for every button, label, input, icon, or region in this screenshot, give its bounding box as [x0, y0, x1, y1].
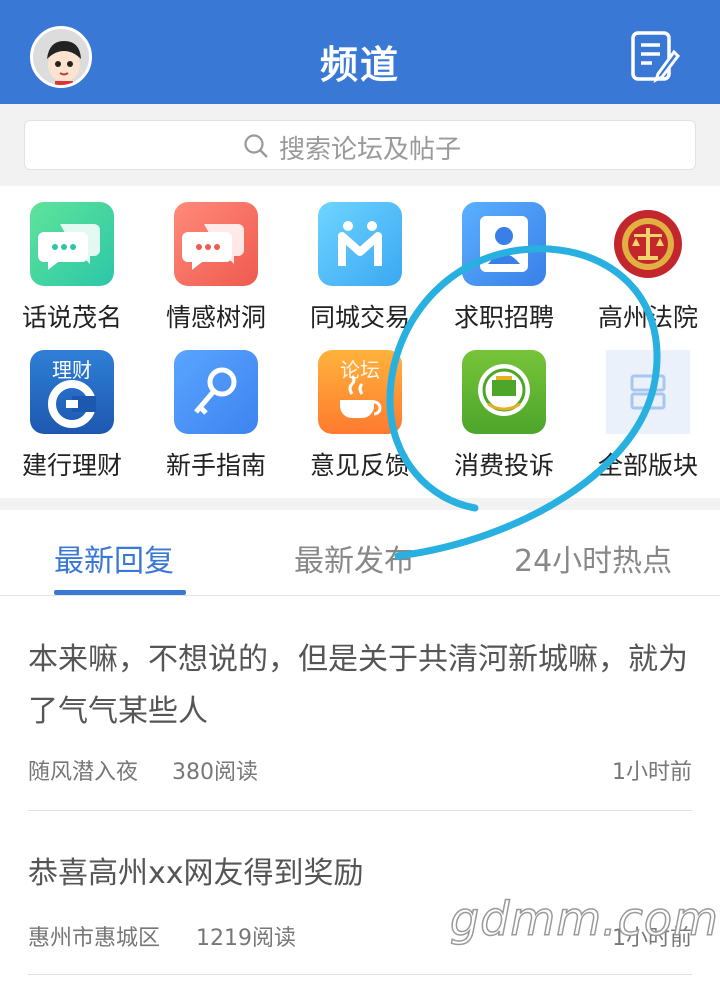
search-placeholder: 搜索论坛及帖子	[279, 135, 462, 165]
channel-label: 消费投诉	[453, 451, 554, 480]
search-input[interactable]: 搜索论坛及帖子	[24, 120, 696, 170]
m-logo-icon	[318, 202, 402, 286]
chat-bubble-icon	[174, 202, 258, 286]
post-title: 本来嘛，不想说的，但是关于共清河新城嘛，就为了气气某些人	[28, 642, 688, 729]
post-author: 随风潜入夜	[28, 760, 139, 785]
search-bar: 搜索论坛及帖子	[0, 104, 720, 186]
post-item[interactable]: 本来嘛，不想说的，但是关于共清河新城嘛，就为了气气某些人 随风潜入夜 380阅读…	[28, 634, 692, 794]
channel-page: 频道 搜索论坛及帖子 话说茂名 情感树洞 同城交易 求职招聘 高州法院 理财 建…	[0, 0, 720, 985]
search-icon	[244, 134, 268, 158]
watermark-text: gdmm.com	[449, 891, 719, 947]
channel-xiaofeitousu[interactable]: 消费投诉	[432, 334, 576, 482]
channel-grid: 话说茂名 情感树洞 同城交易 求职招聘 高州法院 理财 建行理财 新手指南 论坛…	[0, 186, 720, 498]
compose-icon[interactable]	[630, 30, 680, 84]
channel-gaozhoufayuan[interactable]: 高州法院	[576, 186, 720, 334]
channel-label: 意见反馈	[309, 451, 410, 480]
post-reads: 380阅读	[172, 760, 258, 785]
channel-label: 全部版块	[597, 451, 698, 480]
consumer-emblem-icon	[462, 350, 546, 434]
post-reads: 1219阅读	[196, 926, 296, 951]
channel-xinshouzhinan[interactable]: 新手指南	[144, 334, 288, 482]
key-icon	[174, 350, 258, 434]
channel-huashuomaoming[interactable]: 话说茂名	[0, 186, 144, 334]
feed-tabs: 最新回复 最新发布 24小时热点	[0, 510, 720, 596]
channel-tongchengjiaoyi[interactable]: 同城交易	[288, 186, 432, 334]
post-time: 1小时前	[612, 760, 692, 785]
coffee-icon: 论坛	[318, 350, 402, 434]
section-divider	[0, 498, 720, 510]
tab-latest-reply[interactable]: 最新回复	[54, 536, 174, 580]
channel-label: 同城交易	[309, 303, 410, 332]
tab-24h-hot[interactable]: 24小时热点	[514, 536, 672, 580]
person-icon	[462, 202, 546, 286]
ccb-logo-icon: 理财	[30, 350, 114, 434]
channel-jianhanglicai[interactable]: 理财 建行理财	[0, 334, 144, 482]
channel-label: 话说茂名	[21, 303, 122, 332]
channel-label: 高州法院	[597, 303, 698, 332]
page-title: 频道	[319, 43, 400, 87]
post-divider	[28, 810, 692, 811]
channel-yijianfankui[interactable]: 论坛 意见反馈	[288, 334, 432, 482]
court-emblem-icon	[606, 202, 690, 286]
grid-icon	[606, 350, 690, 434]
channel-label: 求职招聘	[453, 303, 554, 332]
post-author: 惠州市惠城区	[28, 926, 161, 951]
channel-quanbubankuai[interactable]: 全部版块	[576, 334, 720, 482]
channel-label: 新手指南	[165, 451, 266, 480]
chat-bubble-icon	[30, 202, 114, 286]
channel-qiuzhizhaopin[interactable]: 求职招聘	[432, 186, 576, 334]
channel-qingganshudong[interactable]: 情感树洞	[144, 186, 288, 334]
active-tab-indicator	[54, 590, 186, 595]
channel-label: 建行理财	[21, 451, 122, 480]
top-bar: 频道	[0, 0, 720, 104]
tab-latest-post[interactable]: 最新发布	[294, 536, 414, 580]
channel-label: 情感树洞	[165, 303, 266, 332]
post-divider	[28, 974, 692, 975]
